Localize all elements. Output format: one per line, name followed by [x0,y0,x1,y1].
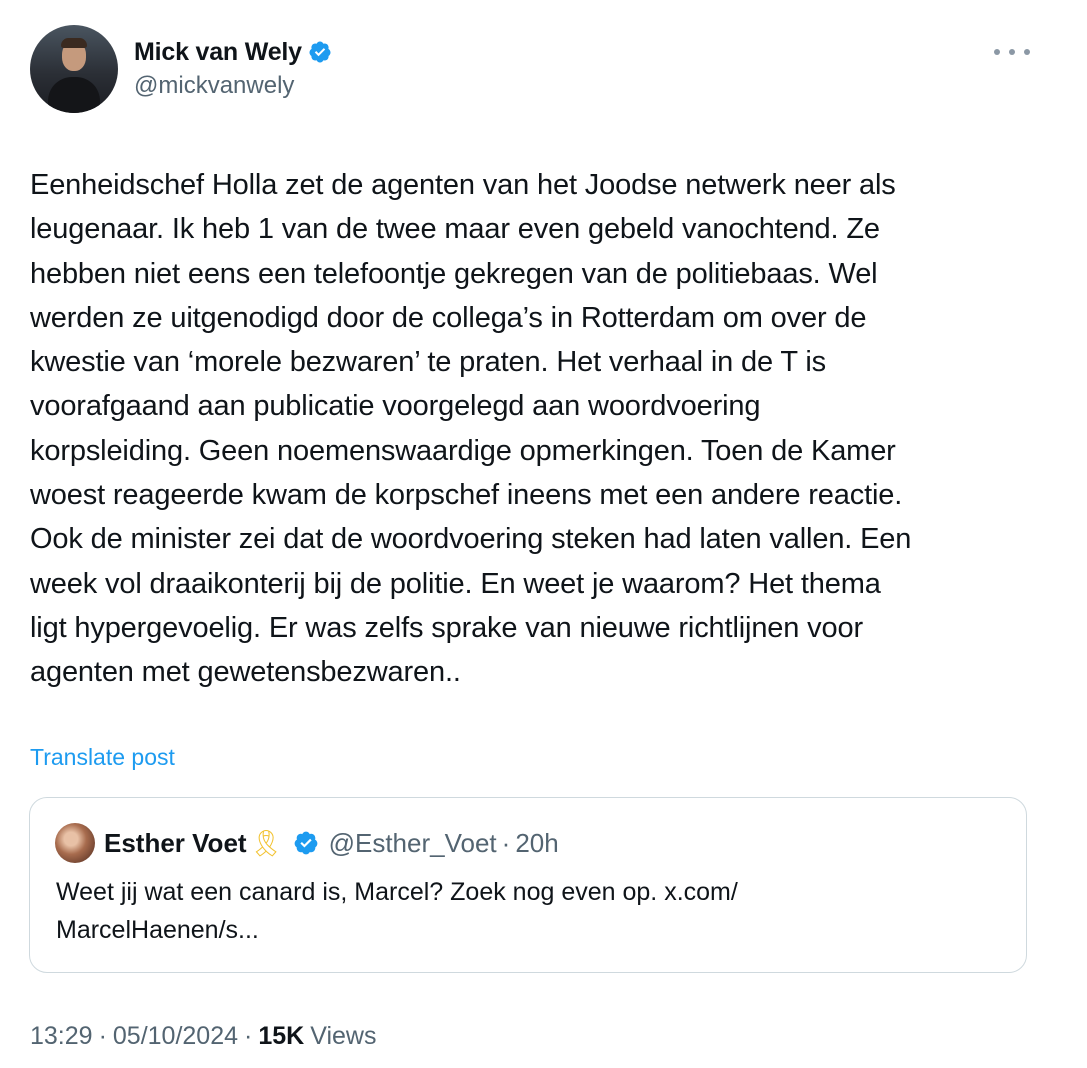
tweet-date[interactable]: 05/10/2024 [113,1022,238,1051]
tweet-detail: Mick van Wely @mickvanwely Eenheidschef … [0,0,1087,1068]
translate-post-link[interactable]: Translate post [30,744,175,771]
more-dot [994,49,1000,55]
separator-dot: · [501,827,511,858]
tweet-meta: 13:29 · 05/10/2024 · 15K Views [30,1022,376,1051]
author-name-row[interactable]: Mick van Wely [134,36,332,68]
avatar-body-shape [48,77,100,113]
verified-badge-icon [294,831,317,855]
tweet-time[interactable]: 13:29 [30,1022,93,1051]
more-dot [1024,49,1030,55]
separator-dot: · [244,1022,253,1050]
more-dot [1009,49,1015,55]
views-label[interactable]: Views [310,1022,376,1051]
separator-dot: · [98,1022,107,1050]
quoted-tweet-card[interactable]: Esther Voet 🎗 @Esther_Voet · 20h Weet ji… [29,797,1027,973]
avatar-hair-shape [61,38,87,48]
views-count[interactable]: 15K [258,1022,304,1051]
yellow-ribbon-icon: 🎗 [249,827,283,858]
quoted-tweet-time[interactable]: 20h [515,828,558,859]
quoted-tweet-text: Weet jij wat een canard is, Marcel? Zoek… [56,873,986,949]
quoted-author-handle: @Esther_Voet [328,827,497,858]
quoted-author-avatar[interactable] [55,823,95,863]
quoted-tweet-text-content: Weet jij wat een canard is, Marcel? Zoek… [56,878,738,944]
author-handle[interactable]: @mickvanwely [134,72,294,100]
quoted-author-name[interactable]: Esther Voet [104,828,247,859]
verified-badge-icon[interactable] [308,40,332,64]
quoted-tweet-header: Esther Voet 🎗 @Esther_Voet · 20h [104,826,559,860]
more-options-icon[interactable] [994,40,1030,64]
author-display-name[interactable]: Mick van Wely [134,38,302,67]
author-avatar[interactable] [30,25,118,113]
tweet-text: Eenheidschef Holla zet de agenten van he… [30,169,912,689]
